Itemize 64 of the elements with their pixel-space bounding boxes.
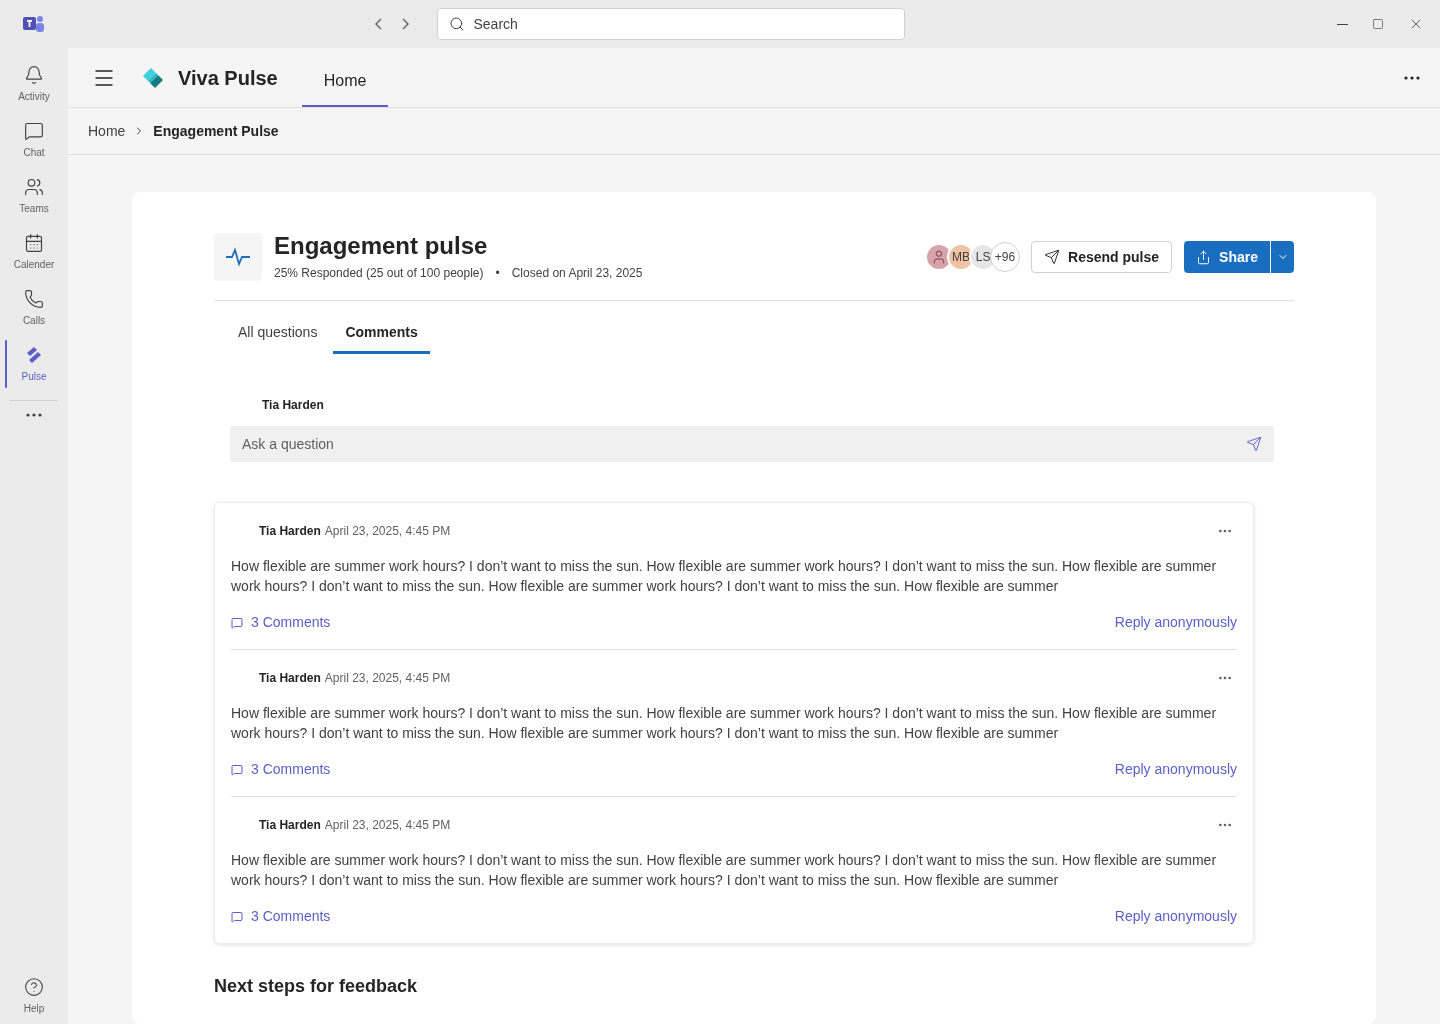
more-icon: [1404, 75, 1420, 80]
forward-icon: [401, 18, 409, 30]
pulse-title: Engagement pulse: [274, 232, 489, 260]
comments-link[interactable]: 3 Comments: [231, 759, 331, 780]
comments-link[interactable]: 3 Comments: [231, 612, 331, 633]
minimize-icon: [1337, 23, 1348, 25]
section-heading: Next steps for feedback: [214, 975, 419, 998]
reply-anonymously-link[interactable]: Reply anonymously: [1114, 906, 1237, 927]
content-tab[interactable]: All questions: [226, 322, 330, 354]
send-icon: [1246, 436, 1262, 452]
author-name: Tia Harden: [262, 397, 325, 414]
more-icon: [26, 413, 42, 417]
maximize-button[interactable]: [1372, 18, 1384, 30]
search-field[interactable]: Search: [436, 8, 905, 40]
question-field[interactable]: Ask a question: [230, 426, 1274, 462]
share-dropdown-button[interactable]: [1270, 241, 1294, 273]
maximize-icon: [1372, 18, 1384, 30]
resend-pulse-button[interactable]: Resend pulse: [1031, 241, 1173, 273]
minimize-button[interactable]: [1337, 23, 1348, 25]
rail-item[interactable]: Calls: [0, 280, 68, 336]
comment-icon: [231, 910, 243, 923]
comments-link[interactable]: 3 Comments: [231, 906, 331, 927]
app-name: Viva Pulse: [178, 65, 278, 91]
help-icon: [24, 977, 44, 997]
comment-time: April 23, 2025, 4:45 PM: [324, 670, 451, 687]
bell-icon: [24, 64, 44, 85]
more-people-count: +96: [991, 243, 1020, 271]
chat-icon: [24, 120, 44, 141]
separator-dot: •: [495, 265, 500, 282]
share-icon: [1196, 249, 1212, 265]
more-options-button[interactable]: [1404, 75, 1420, 80]
share-button[interactable]: Share: [1184, 241, 1270, 273]
search-icon: [448, 16, 465, 32]
comment-author: Tia Harden: [259, 523, 321, 540]
closed-date: Closed on April 23, 2025: [511, 265, 643, 282]
comment-text: How flexible are summer work hours? I don’t want to miss the sun. How flexible are summer work hours? I don’t want to miss the sun. How flexible are summer work hours? I don’t want to miss the sun. How flexible are summer work hours? I don’t want to miss the sun. How flexible are summer: [231, 557, 1218, 596]
response-rate: 25% Responded (25 out of 100 people): [274, 265, 484, 282]
content-tab[interactable]: Comments: [333, 322, 430, 354]
rail-item[interactable]: Calender: [0, 224, 68, 280]
phone-icon: [24, 288, 44, 309]
breadcrumb-current: Engagement Pulse: [153, 121, 279, 141]
help-button[interactable]: Help: [23, 977, 45, 1016]
comment-time: April 23, 2025, 4:45 PM: [324, 523, 451, 540]
people-icon: [24, 176, 44, 197]
app-logo-icon: [23, 14, 45, 34]
reply-anonymously-link[interactable]: Reply anonymously: [1114, 759, 1237, 780]
comment-author: Tia Harden: [259, 817, 321, 834]
breadcrumb-link[interactable]: Home: [88, 120, 126, 142]
comment-text: How flexible are summer work hours? I don’t want to miss the sun. How flexible are summer work hours? I don’t want to miss the sun. How flexible are summer work hours? I don’t want to miss the sun. How flexible are summer work hours? I don’t want to miss the sun. How flexible are summer: [231, 704, 1218, 743]
comment-author: Tia Harden: [259, 670, 321, 687]
rail-item[interactable]: Chat: [0, 112, 68, 168]
comment-icon: [231, 763, 243, 776]
nav-tab[interactable]: Home: [301, 48, 389, 107]
reply-anonymously-link[interactable]: Reply anonymously: [1114, 612, 1237, 633]
rail-item[interactable]: Pulse: [0, 336, 68, 392]
send-icon: [1044, 249, 1061, 265]
comment-time: April 23, 2025, 4:45 PM: [324, 817, 451, 834]
comment-text: How flexible are summer work hours? I don’t want to miss the sun. How flexible are summer work hours? I don’t want to miss the sun. How flexible are summer work hours? I don’t want to miss the sun. How flexible are summer work hours? I don’t want to miss the sun. How flexible are summer: [231, 851, 1218, 890]
rail-item[interactable]: Activity: [0, 56, 68, 112]
calendar-icon: [24, 232, 44, 253]
back-icon: [374, 18, 382, 30]
rail-item[interactable]: Teams: [0, 168, 68, 224]
heartbeat-icon: [225, 247, 251, 267]
comment-icon: [231, 616, 243, 629]
